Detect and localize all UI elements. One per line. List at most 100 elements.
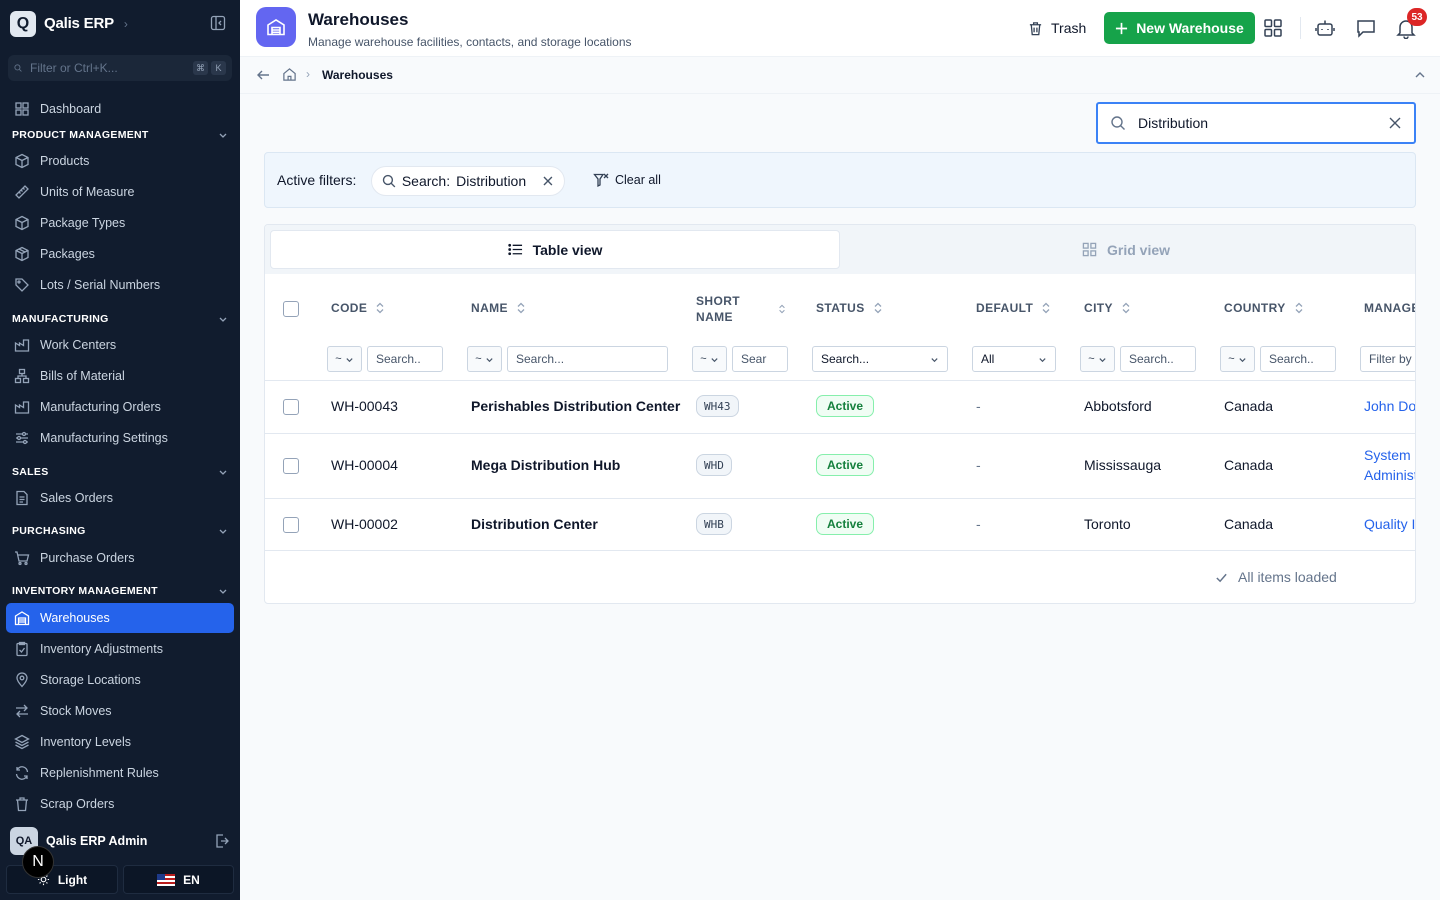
sidebar-item-units-of-measure[interactable]: Units of Measure [6,177,234,207]
select-all-checkbox[interactable] [283,301,299,317]
default-filter-select[interactable]: All [972,346,1056,372]
name-filter-input[interactable] [507,346,668,372]
clear-all-button[interactable]: Clear all [593,172,661,188]
sidebar-search-input[interactable] [30,61,185,75]
name-filter-operator[interactable]: ~ [467,346,502,372]
sidebar-item-purchase-orders[interactable]: Purchase Orders [6,543,234,573]
warehouse-icon [256,7,296,47]
column-label: CITY [1084,301,1113,315]
warehouse-search[interactable] [1096,102,1416,144]
cell-name[interactable]: Distribution Center [471,516,598,532]
sort-icon [376,302,384,314]
language-button[interactable]: EN [123,865,234,894]
sidebar-item-products[interactable]: Products [6,146,234,176]
sidebar-search[interactable]: ⌘ K [8,55,232,81]
city-filter-operator[interactable]: ~ [1080,346,1115,372]
code-filter-input[interactable] [367,346,443,372]
cell-manager-link[interactable]: John Do [1364,396,1415,416]
country-filter-input[interactable] [1260,346,1336,372]
chevron-up-icon[interactable] [1414,69,1426,81]
sidebar-item-manufacturing-settings[interactable]: Manufacturing Settings [6,423,234,453]
language-label: EN [183,872,200,887]
cell-manager-link[interactable]: System Administ [1364,445,1415,485]
sidebar-item-inventory-levels[interactable]: Inventory Levels [6,727,234,757]
sidebar-item-work-centers[interactable]: Work Centers [6,330,234,360]
section-inventory-management[interactable]: INVENTORY MANAGEMENT [12,583,228,599]
sidebar-item-scrap-orders[interactable]: Scrap Orders [6,789,234,819]
sidebar-item-bills-of-material[interactable]: Bills of Material [6,361,234,391]
sidebar-item-warehouses[interactable]: Warehouses [6,603,234,633]
sidebar-item-manufacturing-orders[interactable]: Manufacturing Orders [6,392,234,422]
row-checkbox[interactable] [283,458,299,474]
home-icon[interactable] [282,67,297,82]
cell-name[interactable]: Perishables Distribution Center [471,398,680,414]
sidebar-item-label: Storage Locations [40,673,141,687]
short-name-filter-input[interactable] [732,346,788,372]
column-header-short-name[interactable]: SHORT NAME [696,293,786,325]
close-icon[interactable] [542,175,554,187]
sidebar-item-dashboard[interactable]: Dashboard [6,94,234,124]
cell-name[interactable]: Mega Distribution Hub [471,457,620,473]
operator-label: ~ [1228,353,1235,365]
sidebar-item-inventory-adjustments[interactable]: Inventory Adjustments [6,634,234,664]
chat-icon[interactable] [1355,17,1377,39]
search-filter-chip[interactable]: Search: Distribution [371,166,565,196]
trash-button[interactable]: Trash [1028,17,1086,39]
section-purchasing[interactable]: PURCHASING [12,523,228,539]
sidebar-item-replenishment-rules[interactable]: Replenishment Rules [6,758,234,788]
code-filter-operator[interactable]: ~ [327,346,362,372]
search-input[interactable] [1138,115,1376,131]
status-filter-select[interactable]: Search... [812,346,948,372]
sidebar-item-label: Dashboard [40,102,102,116]
column-header-name[interactable]: NAME [471,301,526,315]
section-label: INVENTORY MANAGEMENT [12,585,158,597]
sidebar-item-label: Inventory Levels [40,735,132,749]
column-header-city[interactable]: CITY [1084,301,1131,315]
shortcut-hint: ⌘ K [193,61,226,75]
column-header-manager[interactable]: MANAGE [1364,301,1415,315]
cell-code[interactable]: WH-00004 [331,457,398,473]
sidebar-item-label: Inventory Adjustments [40,642,163,656]
sidebar-item-lots-serial[interactable]: Lots / Serial Numbers [6,270,234,300]
cell-country: Canada [1224,398,1274,414]
column-label: STATUS [816,301,865,315]
sidebar-item-sales-orders[interactable]: Sales Orders [6,483,234,513]
section-manufacturing[interactable]: MANUFACTURING [12,311,228,327]
short-name-filter-operator[interactable]: ~ [692,346,727,372]
theme-label: Light [57,872,88,887]
column-header-default[interactable]: DEFAULT [976,301,1051,315]
sidebar-item-label: Packages [40,247,95,261]
column-header-country[interactable]: COUNTRY [1224,301,1304,315]
country-filter-operator[interactable]: ~ [1220,346,1255,372]
logout-icon[interactable] [214,833,230,849]
section-product-management[interactable]: PRODUCT MANAGEMENT [12,127,228,143]
arrow-left-icon[interactable] [256,68,270,82]
tab-grid-view[interactable]: Grid view [841,230,1411,269]
apps-grid-icon[interactable] [1262,17,1284,39]
new-warehouse-button[interactable]: New Warehouse [1104,12,1255,44]
n-badge[interactable]: N [22,846,54,878]
column-header-code[interactable]: CODE [331,301,385,315]
sidebar-item-storage-locations[interactable]: Storage Locations [6,665,234,695]
sidebar-collapse-icon[interactable] [210,15,226,31]
list-icon [507,243,522,256]
row-checkbox[interactable] [283,517,299,533]
sidebar-item-stock-moves[interactable]: Stock Moves [6,696,234,726]
brand[interactable]: Q Qalis ERP › [10,10,128,37]
sidebar-item-packages[interactable]: Packages [6,239,234,269]
cell-code[interactable]: WH-00002 [331,516,398,532]
plus-icon [1116,22,1128,34]
cell-code[interactable]: WH-00043 [331,398,398,414]
close-icon[interactable] [1388,116,1402,130]
tab-table-view[interactable]: Table view [270,230,840,269]
manager-filter-input[interactable] [1360,346,1415,372]
column-header-status[interactable]: STATUS [816,301,883,315]
city-filter-input[interactable] [1120,346,1196,372]
row-checkbox[interactable] [283,399,299,415]
cell-manager-link[interactable]: Quality I [1364,514,1415,534]
sidebar-item-package-types[interactable]: Package Types [6,208,234,238]
section-label: SALES [12,466,49,478]
section-sales[interactable]: SALES [12,464,228,480]
bot-icon[interactable] [1314,17,1336,39]
cell-default: - [976,398,981,414]
